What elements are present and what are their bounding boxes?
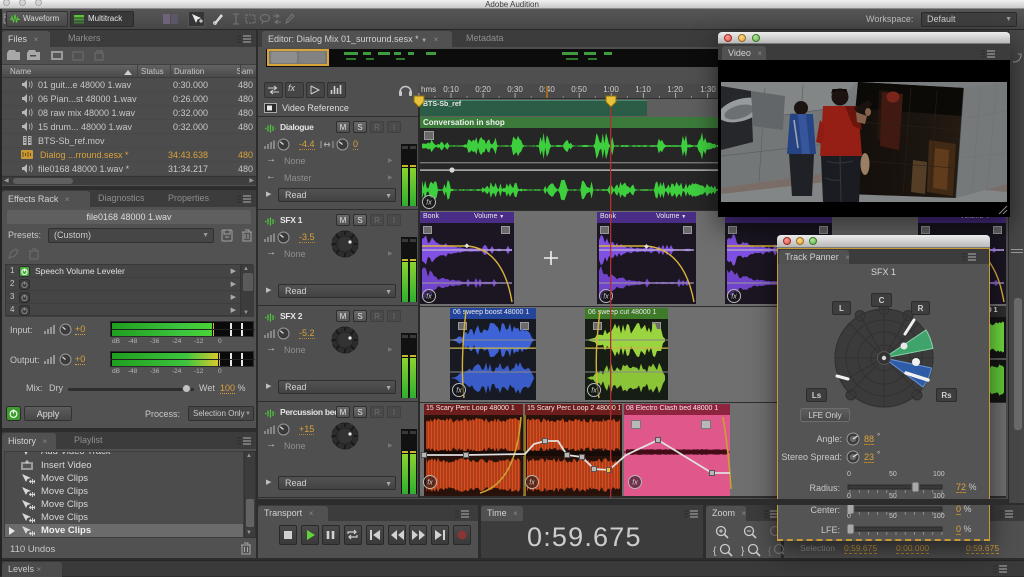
svg-text:fx: fx	[591, 388, 597, 395]
svg-text:fx: fx	[426, 294, 432, 301]
svg-text:fx: fx	[426, 200, 432, 207]
svg-text:fx: fx	[632, 480, 638, 487]
svg-text:fx: fx	[731, 294, 737, 301]
svg-text:fx: fx	[456, 388, 462, 395]
svg-text:fx: fx	[603, 294, 609, 301]
svg-text:fx: fx	[427, 480, 433, 487]
svg-text:fx: fx	[529, 480, 535, 487]
